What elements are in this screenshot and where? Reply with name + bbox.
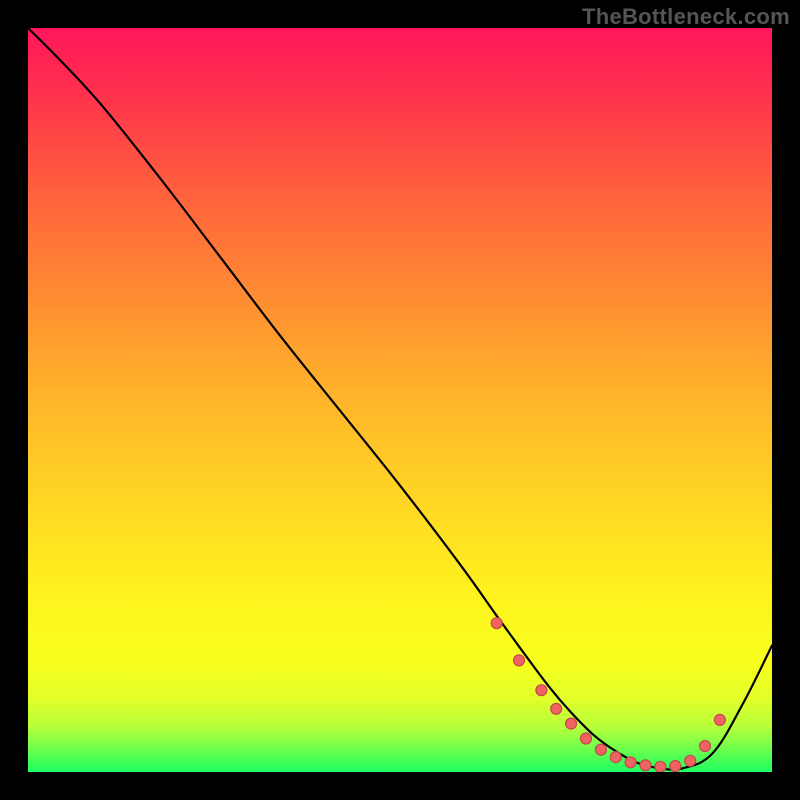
- valley-dot: [655, 761, 666, 772]
- curve-layer: [28, 28, 772, 772]
- valley-dot: [581, 733, 592, 744]
- valley-dot: [670, 761, 681, 772]
- valley-dot: [514, 655, 525, 666]
- plot-area: [28, 28, 772, 772]
- valley-dot: [640, 760, 651, 771]
- valley-dot: [566, 718, 577, 729]
- valley-dot: [625, 757, 636, 768]
- valley-dot: [700, 741, 711, 752]
- valley-dot: [685, 755, 696, 766]
- valley-dot: [491, 618, 502, 629]
- valley-dot: [551, 703, 562, 714]
- valley-dot: [610, 752, 621, 763]
- watermark-text: TheBottleneck.com: [582, 4, 790, 30]
- valley-dot: [595, 744, 606, 755]
- valley-dots: [491, 618, 725, 772]
- bottleneck-curve: [28, 28, 772, 770]
- valley-dot: [536, 685, 547, 696]
- valley-dot: [714, 714, 725, 725]
- chart-frame: TheBottleneck.com: [0, 0, 800, 800]
